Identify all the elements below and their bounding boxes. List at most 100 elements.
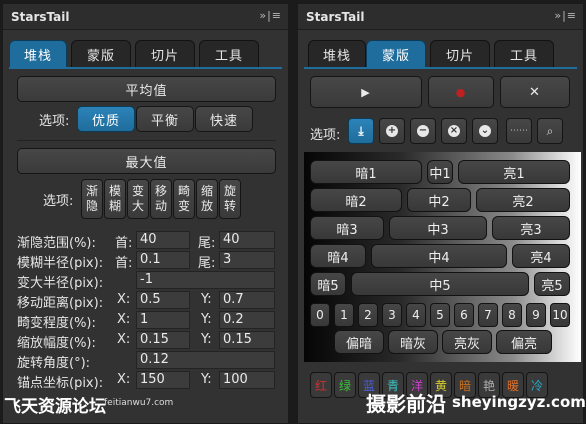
max-option-grow[interactable]: 变大 [127, 179, 149, 219]
scale-y-label: Y: [201, 332, 212, 347]
tab-mask[interactable]: 蒙版 [366, 40, 426, 68]
color-button-0[interactable]: 红 [310, 372, 332, 398]
panel-titlebar: StarsTail »|≡ [298, 4, 583, 30]
zone-light-4[interactable]: 亮4 [512, 244, 570, 268]
zone-mid-4[interactable]: 中4 [371, 244, 507, 268]
level-button-2[interactable]: 2 [358, 303, 378, 327]
blur-last-input[interactable]: 3 [219, 251, 275, 269]
zone-dark-3[interactable]: 暗3 [310, 216, 384, 240]
zone-light-3[interactable]: 亮3 [492, 216, 570, 240]
max-option-fade[interactable]: 渐隐 [81, 179, 103, 219]
zone-light-2[interactable]: 亮2 [476, 188, 570, 212]
download-icon[interactable]: ⤓ [348, 118, 374, 144]
record-icon: ● [455, 85, 467, 99]
options-label: 选项: [39, 114, 70, 129]
quality-option-best[interactable]: 优质 [77, 106, 135, 132]
anchor-y-input[interactable]: 100 [219, 371, 275, 389]
tab-stack[interactable]: 堆栈 [308, 40, 366, 68]
distort-y-input[interactable]: 0.2 [219, 311, 275, 329]
level-button-0[interactable]: 0 [310, 303, 330, 327]
anchor-x-label: X: [117, 372, 131, 387]
scale-x-input[interactable]: 0.15 [136, 331, 190, 349]
max-option-move[interactable]: 移动 [150, 179, 172, 219]
blur-first-input[interactable]: 0.1 [136, 251, 190, 269]
fade-range-label: 渐隐范围(%): [17, 236, 96, 251]
anchor-label: 锚点坐标(pix): [17, 376, 104, 391]
max-option-blur[interactable]: 模糊 [104, 179, 126, 219]
record-button[interactable]: ● [428, 76, 494, 108]
distort-x-label: X: [117, 312, 131, 327]
max-option-rotate[interactable]: 旋转 [219, 179, 241, 219]
distort-y-label: Y: [201, 312, 212, 327]
level-button-6[interactable]: 6 [454, 303, 474, 327]
panel-menu-icon[interactable]: »|≡ [259, 9, 282, 22]
play-button[interactable]: ▶ [310, 76, 422, 108]
distortion-label: 畸变程度(%): [17, 316, 96, 331]
tab-mask[interactable]: 蒙版 [71, 40, 131, 68]
tone-button-dark[interactable]: 偏暗 [334, 330, 384, 354]
tab-slice[interactable]: 切片 [430, 40, 490, 68]
move-y-input[interactable]: 0.7 [219, 291, 275, 309]
max-option-distort[interactable]: 畸变 [173, 179, 195, 219]
fade-first-label: 首: [115, 236, 133, 251]
plus-circle-icon[interactable]: + [379, 118, 405, 144]
panel-menu-icon[interactable]: »|≡ [554, 9, 577, 22]
dots-icon[interactable]: ⋯⋯ [506, 118, 532, 144]
zone-mid-3[interactable]: 中3 [389, 216, 487, 240]
level-button-3[interactable]: 3 [382, 303, 402, 327]
level-button-5[interactable]: 5 [430, 303, 450, 327]
zone-mid-2[interactable]: 中2 [407, 188, 471, 212]
mask-panel: StarsTail »|≡ 堆栈 蒙版 切片 工具 ▶ ● ✕ 选项: ⤓ + … [297, 3, 584, 424]
tab-tools[interactable]: 工具 [199, 40, 259, 68]
zone-dark-5[interactable]: 暗5 [310, 272, 346, 296]
fade-last-input[interactable]: 40 [219, 231, 275, 249]
blur-radius-label: 模糊半径(pix): [17, 256, 104, 271]
panel-title: StarsTail [11, 10, 70, 24]
rotation-label: 旋转角度(°): [17, 356, 91, 371]
max-option-scale[interactable]: 缩放 [196, 179, 218, 219]
zone-light-5[interactable]: 亮5 [534, 272, 570, 296]
distort-x-input[interactable]: 1 [136, 311, 190, 329]
search-icon[interactable]: ⌕ [537, 118, 563, 144]
anchor-x-input[interactable]: 150 [136, 371, 190, 389]
zone-mid-5[interactable]: 中5 [351, 272, 529, 296]
move-distance-label: 移动距离(pix): [17, 296, 104, 311]
zone-dark-4[interactable]: 暗4 [310, 244, 366, 268]
minus-circle-icon[interactable]: − [410, 118, 436, 144]
fade-last-label: 尾: [198, 236, 216, 251]
maximum-button[interactable]: 最大值 [17, 148, 276, 174]
tab-tools[interactable]: 工具 [494, 40, 554, 68]
panel-titlebar: StarsTail »|≡ [3, 4, 288, 30]
tab-slice[interactable]: 切片 [135, 40, 195, 68]
x-circle-icon[interactable]: × [441, 118, 467, 144]
average-button[interactable]: 平均值 [17, 76, 276, 102]
quality-option-fast[interactable]: 快速 [195, 106, 253, 132]
tone-button-light-gray[interactable]: 亮灰 [442, 330, 492, 354]
tone-button-dark-gray[interactable]: 暗灰 [388, 330, 438, 354]
scale-x-label: X: [117, 332, 131, 347]
tone-button-light[interactable]: 偏亮 [496, 330, 552, 354]
level-button-10[interactable]: 10 [550, 303, 570, 327]
rotation-input[interactable]: 0.12 [136, 351, 275, 369]
move-x-input[interactable]: 0.5 [136, 291, 190, 309]
level-button-8[interactable]: 8 [502, 303, 522, 327]
fade-first-input[interactable]: 40 [136, 231, 190, 249]
level-button-4[interactable]: 4 [406, 303, 426, 327]
tab-stack[interactable]: 堆栈 [9, 40, 67, 68]
zone-light-1[interactable]: 亮1 [458, 160, 570, 184]
grow-radius-label: 变大半径(pix): [17, 276, 104, 291]
grow-radius-input[interactable]: -1 [136, 271, 275, 289]
zone-mid-1[interactable]: 中1 [427, 160, 453, 184]
zone-dark-1[interactable]: 暗1 [310, 160, 422, 184]
close-button[interactable]: ✕ [500, 76, 570, 108]
level-button-9[interactable]: 9 [526, 303, 546, 327]
level-button-1[interactable]: 1 [334, 303, 354, 327]
chevron-circle-icon[interactable]: ⌄ [472, 118, 498, 144]
move-x-label: X: [117, 292, 131, 307]
quality-option-balanced[interactable]: 平衡 [136, 106, 194, 132]
color-button-1[interactable]: 绿 [334, 372, 356, 398]
zone-dark-2[interactable]: 暗2 [310, 188, 402, 212]
level-button-7[interactable]: 7 [478, 303, 498, 327]
scale-y-input[interactable]: 0.15 [219, 331, 275, 349]
tab-underline [304, 67, 577, 69]
